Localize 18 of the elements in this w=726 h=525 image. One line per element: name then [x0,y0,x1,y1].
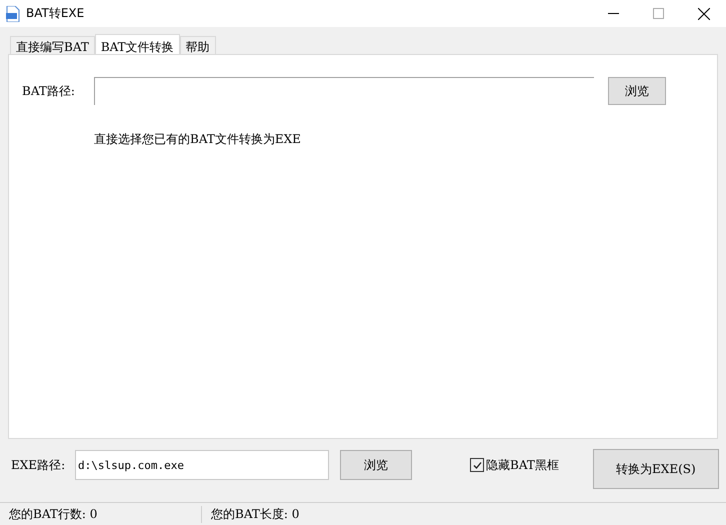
tab[interactable]: 帮助 [180,36,216,54]
status-text: 您的BAT长度: 0 [210,506,300,522]
app-icon [6,6,20,22]
checkbox-label: 隐藏BAT黑框 [486,456,559,474]
browse-button[interactable]: 浏览 [340,450,412,480]
field-label: EXE路径: [11,456,66,474]
field-label: BAT路径: [22,82,76,100]
tab[interactable]: 直接编写BAT [10,36,95,54]
check-icon [472,460,482,470]
tab[interactable]: BAT文件转换 [94,34,180,54]
window-title: BAT转EXE [26,5,84,22]
browse-button[interactable]: 浏览 [608,77,666,105]
status-text: 您的BAT行数: 0 [0,506,202,522]
checkbox[interactable] [470,458,484,472]
hint-text: 直接选择您已有的BAT文件转换为EXE [94,131,302,148]
close-icon[interactable] [698,8,710,20]
input-field[interactable]: d:\slsup.com.exe [75,450,329,480]
convert-button[interactable]: 转换为EXE(S) [592,449,719,489]
